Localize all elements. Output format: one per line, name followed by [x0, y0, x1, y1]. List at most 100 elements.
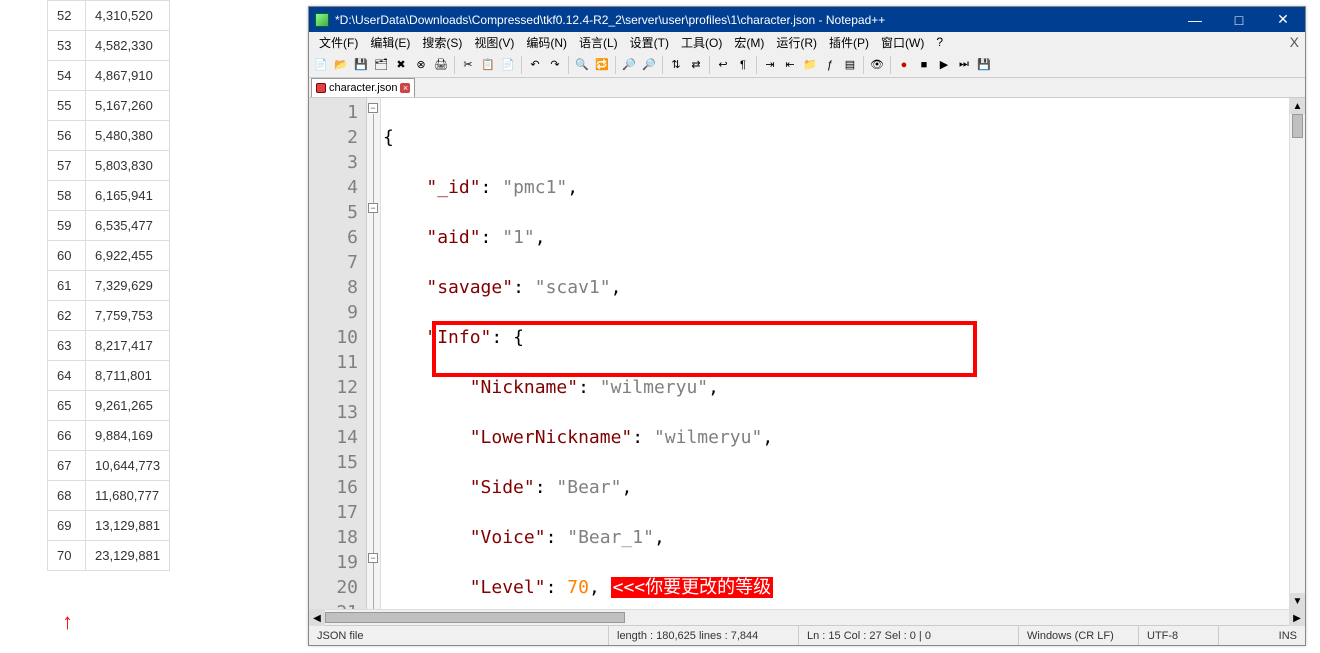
status-eol[interactable]: Windows (CR LF)	[1019, 626, 1139, 645]
menu-encoding[interactable]: 编码(N)	[520, 32, 573, 53]
play-icon[interactable]: ▶	[935, 56, 953, 74]
code-line: "Info": {	[381, 325, 1289, 350]
xp-cell: 8,217,417	[86, 331, 170, 361]
code-line: "aid": "1",	[381, 225, 1289, 250]
indent-icon[interactable]: ⇥	[761, 56, 779, 74]
level-cell: 54	[48, 61, 86, 91]
menu-file[interactable]: 文件(F)	[313, 32, 364, 53]
menu-view[interactable]: 视图(V)	[468, 32, 520, 53]
menu-language[interactable]: 语言(L)	[573, 32, 624, 53]
fold-box-icon[interactable]: −	[368, 103, 378, 113]
table-row: 524,310,520	[48, 1, 170, 31]
folder-icon[interactable]: 📁	[801, 56, 819, 74]
horizontal-scrollbar[interactable]: ◀ ▶	[309, 609, 1305, 625]
code-line: "_id": "pmc1",	[381, 175, 1289, 200]
copy-icon[interactable]: 📋	[479, 56, 497, 74]
play-multi-icon[interactable]: ⏭	[955, 56, 973, 74]
vertical-scrollbar[interactable]: ▲ ▼	[1289, 98, 1305, 609]
level-cell: 66	[48, 421, 86, 451]
monitor-icon[interactable]: 👁	[868, 56, 886, 74]
scroll-left-icon[interactable]: ◀	[309, 610, 325, 626]
menu-edit[interactable]: 编辑(E)	[364, 32, 416, 53]
menu-help[interactable]: ?	[930, 33, 949, 51]
scroll-right-icon[interactable]: ▶	[1289, 610, 1305, 626]
menu-run[interactable]: 运行(R)	[770, 32, 823, 53]
scroll-up-icon[interactable]: ▲	[1290, 98, 1305, 114]
level-cell: 64	[48, 361, 86, 391]
find-icon[interactable]: 🔍	[573, 56, 591, 74]
file-tab[interactable]: character.json ×	[311, 78, 415, 97]
close-file-icon[interactable]: ✖	[392, 56, 410, 74]
menu-search[interactable]: 搜索(S)	[416, 32, 468, 53]
level-cell: 62	[48, 301, 86, 331]
editor-area[interactable]: 123456789101112131415161718192021 − − − …	[309, 98, 1305, 609]
fold-box-icon[interactable]: −	[368, 203, 378, 213]
level-cell: 52	[48, 1, 86, 31]
xp-cell: 9,261,265	[86, 391, 170, 421]
menu-close-icon[interactable]: X	[1290, 34, 1299, 50]
table-row: 544,867,910	[48, 61, 170, 91]
table-row: 6811,680,777	[48, 481, 170, 511]
open-file-icon[interactable]: 📂	[332, 56, 350, 74]
show-all-icon[interactable]: ¶	[734, 56, 752, 74]
maximize-button[interactable]: □	[1217, 7, 1261, 32]
stop-icon[interactable]: ■	[915, 56, 933, 74]
menu-window[interactable]: 窗口(W)	[875, 32, 930, 53]
zoom-in-icon[interactable]: 🔎	[620, 56, 638, 74]
line-number: 21	[309, 600, 366, 609]
menu-tools[interactable]: 工具(O)	[675, 32, 728, 53]
menu-settings[interactable]: 设置(T)	[624, 32, 675, 53]
replace-icon[interactable]: 🔁	[593, 56, 611, 74]
hscroll-thumb[interactable]	[325, 612, 625, 623]
wrap-icon[interactable]: ↩	[714, 56, 732, 74]
fold-box-icon[interactable]: −	[368, 553, 378, 563]
line-number-gutter: 123456789101112131415161718192021	[309, 98, 367, 609]
code-area[interactable]: { "_id": "pmc1", "aid": "1", "savage": "…	[381, 98, 1289, 609]
scroll-thumb[interactable]	[1292, 114, 1303, 138]
print-icon[interactable]: 🖨	[432, 56, 450, 74]
line-number: 5	[309, 200, 366, 225]
save-all-icon[interactable]: 🗂	[372, 56, 390, 74]
level-cell: 58	[48, 181, 86, 211]
sync-h-icon[interactable]: ⇄	[687, 56, 705, 74]
status-position: Ln : 15 Col : 27 Sel : 0 | 0	[799, 626, 1019, 645]
status-insert-mode[interactable]: INS	[1271, 626, 1305, 645]
tab-close-icon[interactable]: ×	[400, 83, 410, 93]
close-button[interactable]: ✕	[1261, 7, 1305, 32]
paste-icon[interactable]: 📄	[499, 56, 517, 74]
menu-macro[interactable]: 宏(M)	[728, 32, 770, 53]
title-bar[interactable]: *D:\UserData\Downloads\Compressed\tkf0.1…	[309, 7, 1305, 32]
doc-map-icon[interactable]: ▤	[841, 56, 859, 74]
table-row: 555,167,260	[48, 91, 170, 121]
code-line: "savage": "scav1",	[381, 275, 1289, 300]
redo-icon[interactable]: ↷	[546, 56, 564, 74]
undo-icon[interactable]: ↶	[526, 56, 544, 74]
status-encoding[interactable]: UTF-8	[1139, 626, 1219, 645]
menu-bar[interactable]: 文件(F) 编辑(E) 搜索(S) 视图(V) 编码(N) 语言(L) 设置(T…	[309, 32, 1305, 52]
xp-cell: 23,129,881	[86, 541, 170, 571]
table-row: 6913,129,881	[48, 511, 170, 541]
minimize-button[interactable]: —	[1173, 7, 1217, 32]
fold-margin[interactable]: − − −	[367, 98, 381, 609]
scroll-down-icon[interactable]: ▼	[1290, 593, 1305, 609]
window-title: *D:\UserData\Downloads\Compressed\tkf0.1…	[335, 13, 1173, 27]
save-icon[interactable]: 💾	[352, 56, 370, 74]
cut-icon[interactable]: ✂	[459, 56, 477, 74]
xp-cell: 6,535,477	[86, 211, 170, 241]
new-file-icon[interactable]: 📄	[312, 56, 330, 74]
table-row: 565,480,380	[48, 121, 170, 151]
table-row: 648,711,801	[48, 361, 170, 391]
save-macro-icon[interactable]: 💾	[975, 56, 993, 74]
fold-line	[373, 114, 374, 609]
code-line: "LowerNickname": "wilmeryu",	[381, 425, 1289, 450]
level-cell: 53	[48, 31, 86, 61]
zoom-out-icon[interactable]: 🔎	[640, 56, 658, 74]
function-list-icon[interactable]: ƒ	[821, 56, 839, 74]
record-icon[interactable]: ●	[895, 56, 913, 74]
close-all-icon[interactable]: ⊗	[412, 56, 430, 74]
level-cell: 57	[48, 151, 86, 181]
level-cell: 59	[48, 211, 86, 241]
menu-plugins[interactable]: 插件(P)	[823, 32, 875, 53]
sync-v-icon[interactable]: ⇅	[667, 56, 685, 74]
outdent-icon[interactable]: ⇤	[781, 56, 799, 74]
